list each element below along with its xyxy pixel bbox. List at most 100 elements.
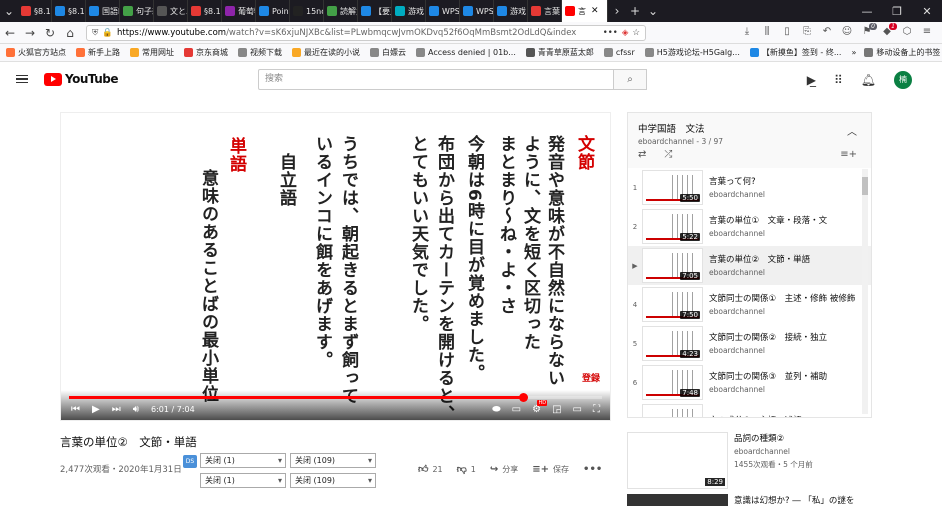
close-window-icon[interactable]: ✕	[912, 5, 942, 18]
browser-tab[interactable]: 言葉	[528, 0, 562, 22]
next-icon[interactable]: ⏭	[112, 404, 121, 415]
shuffle-icon[interactable]: ⤮	[664, 149, 672, 160]
playlist-item[interactable]: 7 文の成分① 主語・述語	[628, 402, 871, 417]
menu-icon[interactable]: ≡	[920, 26, 934, 40]
account-icon[interactable]: ☺	[840, 26, 854, 40]
avatar[interactable]: 楠	[894, 71, 912, 89]
bookmark-item[interactable]: 白嫖云	[370, 47, 406, 58]
playlist-item-title[interactable]: 言葉の単位② 文節・単語	[709, 255, 857, 266]
bookmark-item[interactable]: cfssr	[603, 47, 635, 58]
browser-tab[interactable]: 游戏	[494, 0, 528, 22]
recommended-video-2[interactable]: 意識は幻想か? ― 「私」の謎を	[627, 494, 872, 506]
bookmark-item[interactable]: 新手上路	[76, 47, 120, 58]
bookmark-item[interactable]: 京东商城	[184, 47, 228, 58]
browser-tab[interactable]: 国語b	[86, 0, 120, 22]
playlist-item-title[interactable]: 文節同士の関係① 主述・修飾 被修飾	[709, 294, 857, 305]
ds-extension-badge[interactable]: DS	[183, 455, 197, 468]
play-icon[interactable]: ▶	[92, 404, 100, 415]
recommended-thumbnail[interactable]: 8:29	[627, 432, 728, 489]
volume-icon[interactable]: 🔊︎	[133, 404, 139, 415]
save-button[interactable]: ≡+ 保存	[532, 464, 569, 475]
playlist-item[interactable]: 1 5:50 言葉って何? eboardchannel	[628, 168, 871, 207]
playlist-item-thumbnail[interactable]: 7:05	[642, 248, 703, 283]
playlist-item-thumbnail[interactable]: 4:23	[642, 326, 703, 361]
playlist-scrollbar[interactable]	[862, 169, 868, 414]
playlist-channel[interactable]: eboardchannel	[638, 137, 694, 146]
lock-icon[interactable]: 🔒	[102, 28, 113, 38]
sidebar-icon[interactable]: ▯	[780, 26, 794, 40]
playlist-item-title[interactable]: 文節同士の関係③ 並列・補助	[709, 372, 857, 383]
settings-gear-icon[interactable]: ⚙	[532, 400, 548, 415]
save-playlist-icon[interactable]: ≡+	[840, 149, 857, 160]
create-video-icon[interactable]: ▶̲	[807, 73, 816, 87]
browser-tab[interactable]: §8.1 ...	[188, 0, 222, 22]
bookmark-item[interactable]: 青青草原蓝太郎	[525, 47, 594, 58]
minimize-icon[interactable]: —	[852, 5, 882, 18]
bookmark-item[interactable]: 火狐官方站点	[6, 47, 66, 58]
subtitles-icon[interactable]: ▭	[512, 404, 521, 415]
playlist-item[interactable]: 4 7:50 文節同士の関係① 主述・修飾 被修飾 eboardchannel	[628, 285, 871, 324]
extension-2-icon[interactable]: ◆ 1	[880, 22, 897, 40]
bookmark-item[interactable]: 视频下载	[238, 47, 282, 58]
playlist-item-title[interactable]: 文節同士の関係② 接続・独立	[709, 333, 857, 344]
browser-tab[interactable]: 句子想	[120, 0, 154, 22]
recommended-thumbnail-2[interactable]	[627, 494, 728, 506]
bookmark-item[interactable]: 常用网址	[130, 47, 174, 58]
tab-overflow-icon[interactable]: ⌄	[0, 4, 18, 18]
new-tab-icon[interactable]: +	[626, 4, 644, 18]
recommended-channel[interactable]: eboardchannel	[734, 447, 813, 456]
search-button[interactable]: ⌕	[614, 69, 647, 90]
browser-tab[interactable]: 【要】	[358, 0, 392, 22]
pocket-icon[interactable]: ◈	[622, 28, 629, 38]
screenshot-icon[interactable]: ⎘	[800, 26, 814, 40]
progress-bar[interactable]	[69, 393, 602, 402]
playlist-item-thumbnail[interactable]: 7:48	[642, 365, 703, 400]
like-button[interactable]: 👍︎ 21	[418, 463, 443, 475]
playlist-item[interactable]: ▶ 7:05 言葉の単位② 文節・単語 eboardchannel	[628, 246, 871, 285]
miniplayer-icon[interactable]: ◲	[552, 404, 561, 415]
apps-grid-icon[interactable]: ⠿	[834, 73, 843, 87]
tab-active[interactable]: 言 ✕	[562, 0, 608, 22]
browser-tab[interactable]: 游戏	[392, 0, 426, 22]
browser-tab[interactable]: WPS	[426, 0, 460, 22]
bookmarks-overflow-icon[interactable]: »	[851, 48, 856, 57]
guide-menu-icon[interactable]	[16, 74, 28, 84]
select-2[interactable]: 关闭 (109)	[290, 453, 376, 468]
playlist-item-thumbnail[interactable]	[642, 404, 703, 417]
youtube-logo[interactable]: YouTube	[44, 72, 119, 86]
undo-icon[interactable]: ↶	[820, 26, 834, 40]
url-bar[interactable]: ⛨ 🔒 https://www.youtube.com/watch?v=sK6x…	[86, 24, 646, 41]
recommended-title[interactable]: 品詞の種類②	[734, 432, 813, 444]
playlist-item-title[interactable]: 言葉って何?	[709, 177, 857, 188]
maximize-icon[interactable]: ❐	[882, 5, 912, 18]
home-icon[interactable]: ⌂	[60, 26, 80, 40]
browser-tab[interactable]: §8.1 ...	[18, 0, 52, 22]
search-input[interactable]: 搜索	[258, 69, 614, 90]
bookmark-item[interactable]: Access denied | 01b...	[416, 47, 516, 58]
page-actions-icon[interactable]: •••	[603, 28, 618, 38]
fullscreen-icon[interactable]: ⛶	[593, 404, 600, 415]
browser-tab[interactable]: Pointr	[256, 0, 290, 22]
autoplay-toggle-icon[interactable]: ⬬	[492, 404, 501, 415]
loop-icon[interactable]: ⇄	[638, 149, 646, 160]
playlist-item[interactable]: 2 5:22 言葉の単位① 文章・段落・文 eboardchannel	[628, 207, 871, 246]
subscribe-watermark[interactable]: 登録	[582, 371, 600, 384]
browser-tab[interactable]: 葡萄牧...	[222, 0, 256, 22]
collapse-playlist-icon[interactable]: ︿	[847, 123, 857, 138]
reload-icon[interactable]: ↻	[40, 26, 60, 40]
shield-icon[interactable]: ⛨	[92, 28, 98, 38]
playlist-item-thumbnail[interactable]: 7:50	[642, 287, 703, 322]
dislike-button[interactable]: 👎︎ 1	[457, 463, 476, 475]
tab-scroll-right-icon[interactable]: ›	[608, 4, 626, 18]
recommended-video[interactable]: 8:29 品詞の種類② eboardchannel 1455次观看・5 个月前	[627, 432, 872, 489]
browser-tab[interactable]: 15no-hou	[290, 0, 324, 22]
extension-icon[interactable]: ⚑ 0	[860, 22, 877, 40]
progress-scrubber[interactable]	[519, 393, 529, 402]
mobile-bookmarks[interactable]: 移动设备上的书签	[864, 47, 940, 58]
theater-mode-icon[interactable]: ▭	[573, 404, 582, 415]
forward-icon[interactable]: →	[20, 26, 40, 40]
browser-tab[interactable]: 読解力	[324, 0, 358, 22]
playlist-item[interactable]: 5 4:23 文節同士の関係② 接続・独立 eboardchannel	[628, 324, 871, 363]
list-all-tabs-icon[interactable]: ⌄	[644, 4, 662, 18]
previous-icon[interactable]: ⏮	[71, 404, 80, 415]
